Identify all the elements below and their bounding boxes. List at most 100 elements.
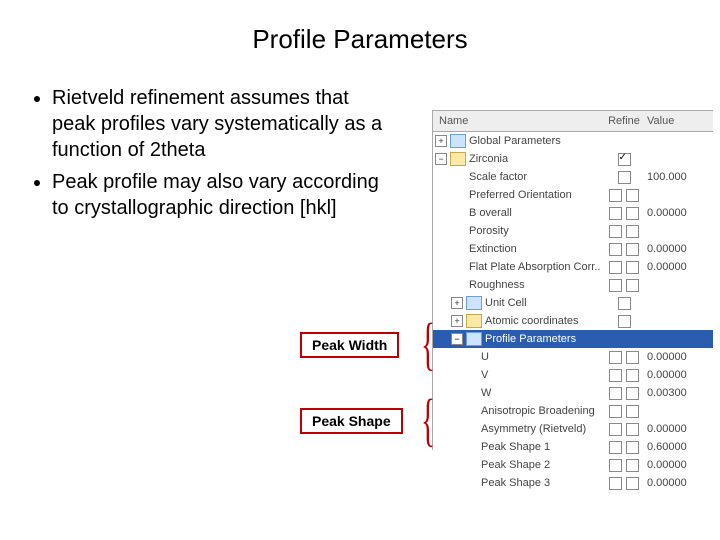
- expand-icon[interactable]: +: [451, 297, 463, 309]
- tree-leaf[interactable]: Scale factor 100.000: [433, 168, 713, 186]
- refine-checkbox[interactable]: [626, 261, 639, 274]
- refine-checkbox[interactable]: [626, 369, 639, 382]
- tree-leaf[interactable]: W 0.00300: [433, 384, 713, 402]
- folder-icon: [466, 314, 482, 328]
- tree-node-atomic[interactable]: + Atomic coordinates: [433, 312, 713, 330]
- refine-checkbox[interactable]: [626, 441, 639, 454]
- refine-checkbox[interactable]: [626, 387, 639, 400]
- refine-checkbox[interactable]: [618, 297, 631, 310]
- tree-node-profile[interactable]: − Profile Parameters: [433, 330, 713, 348]
- folder-icon: [466, 296, 482, 310]
- refine-checkbox[interactable]: [609, 225, 622, 238]
- node-label: Atomic coordinates: [485, 315, 605, 327]
- value-cell: 100.000: [643, 171, 713, 183]
- refine-checkbox[interactable]: [626, 405, 639, 418]
- refine-checkbox[interactable]: [626, 225, 639, 238]
- leaf-label: Porosity: [469, 225, 605, 237]
- page-title: Profile Parameters: [0, 0, 720, 65]
- refine-checkbox[interactable]: [609, 279, 622, 292]
- folder-icon: [450, 134, 466, 148]
- node-label: Zirconia: [469, 153, 605, 165]
- expand-icon[interactable]: +: [451, 315, 463, 327]
- node-label: Profile Parameters: [485, 333, 605, 345]
- refine-checkbox[interactable]: [609, 387, 622, 400]
- leaf-label: Extinction: [469, 243, 605, 255]
- brace-icon: {: [421, 320, 435, 368]
- tree-leaf[interactable]: Peak Shape 1 0.60000: [433, 438, 713, 456]
- left-column: Rietveld refinement assumes that peak pr…: [30, 65, 390, 227]
- tree-leaf[interactable]: Extinction 0.00000: [433, 240, 713, 258]
- leaf-label: B overall: [469, 207, 605, 219]
- refine-checkbox[interactable]: [609, 189, 622, 202]
- refine-checkbox[interactable]: [609, 243, 622, 256]
- leaf-label: Peak Shape 1: [481, 441, 605, 453]
- tree-node-phase[interactable]: − Zirconia: [433, 150, 713, 168]
- value-cell: 0.00300: [643, 387, 713, 399]
- tree-leaf[interactable]: Peak Shape 2 0.00000: [433, 456, 713, 474]
- refine-checkbox[interactable]: [609, 261, 622, 274]
- refine-checkbox[interactable]: [626, 477, 639, 490]
- refine-checkbox[interactable]: [626, 279, 639, 292]
- tree-leaf[interactable]: B overall0.00000: [433, 204, 713, 222]
- expand-icon[interactable]: +: [435, 135, 447, 147]
- refine-checkbox[interactable]: [626, 207, 639, 220]
- leaf-label: Roughness: [469, 279, 605, 291]
- refine-checkbox[interactable]: [609, 405, 622, 418]
- parameter-tree-panel: Name Refine Value + Global Parameters − …: [432, 110, 713, 450]
- tree-leaf[interactable]: Peak Shape 3 0.00000: [433, 474, 713, 492]
- leaf-label: Preferred Orientation: [469, 189, 605, 201]
- bullet-item: Peak profile may also vary according to …: [52, 169, 390, 221]
- bullet-list: Rietveld refinement assumes that peak pr…: [30, 85, 390, 221]
- tree-node-global[interactable]: + Global Parameters: [433, 132, 713, 150]
- callout-peak-shape: Peak Shape: [300, 408, 403, 434]
- tree-leaf[interactable]: Roughness: [433, 276, 713, 294]
- collapse-icon[interactable]: −: [435, 153, 447, 165]
- value-cell: 0.00000: [643, 261, 713, 273]
- leaf-label: Peak Shape 3: [481, 477, 605, 489]
- leaf-label: Anisotropic Broadening: [481, 405, 605, 417]
- refine-checkbox[interactable]: [618, 171, 631, 184]
- bullet-item: Rietveld refinement assumes that peak pr…: [52, 85, 390, 163]
- tree-leaf[interactable]: Asymmetry (Rietveld) 0.00000: [433, 420, 713, 438]
- callout-peak-width: Peak Width: [300, 332, 399, 358]
- tree-leaf[interactable]: Preferred Orientation: [433, 186, 713, 204]
- refine-checkbox[interactable]: [609, 477, 622, 490]
- leaf-label: Scale factor: [469, 171, 605, 183]
- refine-checkbox[interactable]: [609, 459, 622, 472]
- leaf-label: W: [481, 387, 605, 399]
- refine-checkbox[interactable]: [626, 189, 639, 202]
- tree-leaf[interactable]: U0.00000: [433, 348, 713, 366]
- refine-checkbox[interactable]: [626, 423, 639, 436]
- refine-checkbox[interactable]: [626, 243, 639, 256]
- refine-checkbox[interactable]: [609, 351, 622, 364]
- tree-leaf[interactable]: Anisotropic Broadening: [433, 402, 713, 420]
- value-cell: 0.00000: [643, 351, 713, 363]
- refine-checkbox[interactable]: [626, 459, 639, 472]
- refine-checkbox[interactable]: [609, 369, 622, 382]
- tree-leaf[interactable]: V0.00000: [433, 366, 713, 384]
- value-cell: 0.00000: [643, 243, 713, 255]
- node-label: Unit Cell: [485, 297, 605, 309]
- leaf-label: Asymmetry (Rietveld): [481, 423, 605, 435]
- refine-checkbox[interactable]: [618, 315, 631, 328]
- refine-checkbox[interactable]: [609, 441, 622, 454]
- leaf-label: Flat Plate Absorption Corr..: [469, 261, 605, 273]
- tree-leaf[interactable]: Porosity: [433, 222, 713, 240]
- folder-icon: [466, 332, 482, 346]
- refine-checkbox[interactable]: [609, 423, 622, 436]
- refine-checkbox[interactable]: [626, 351, 639, 364]
- refine-checkbox[interactable]: [609, 207, 622, 220]
- refine-checkbox[interactable]: [618, 153, 631, 166]
- value-cell: 0.00000: [643, 423, 713, 435]
- folder-icon: [450, 152, 466, 166]
- tree-node-unitcell[interactable]: + Unit Cell: [433, 294, 713, 312]
- value-cell: 0.00000: [643, 459, 713, 471]
- leaf-label: V: [481, 369, 605, 381]
- header-name: Name: [433, 111, 605, 131]
- value-cell: 0.60000: [643, 441, 713, 453]
- collapse-icon[interactable]: −: [451, 333, 463, 345]
- leaf-label: Peak Shape 2: [481, 459, 605, 471]
- node-label: Global Parameters: [469, 135, 605, 147]
- tree-leaf[interactable]: Flat Plate Absorption Corr.. 0.00000: [433, 258, 713, 276]
- value-cell: 0.00000: [643, 477, 713, 489]
